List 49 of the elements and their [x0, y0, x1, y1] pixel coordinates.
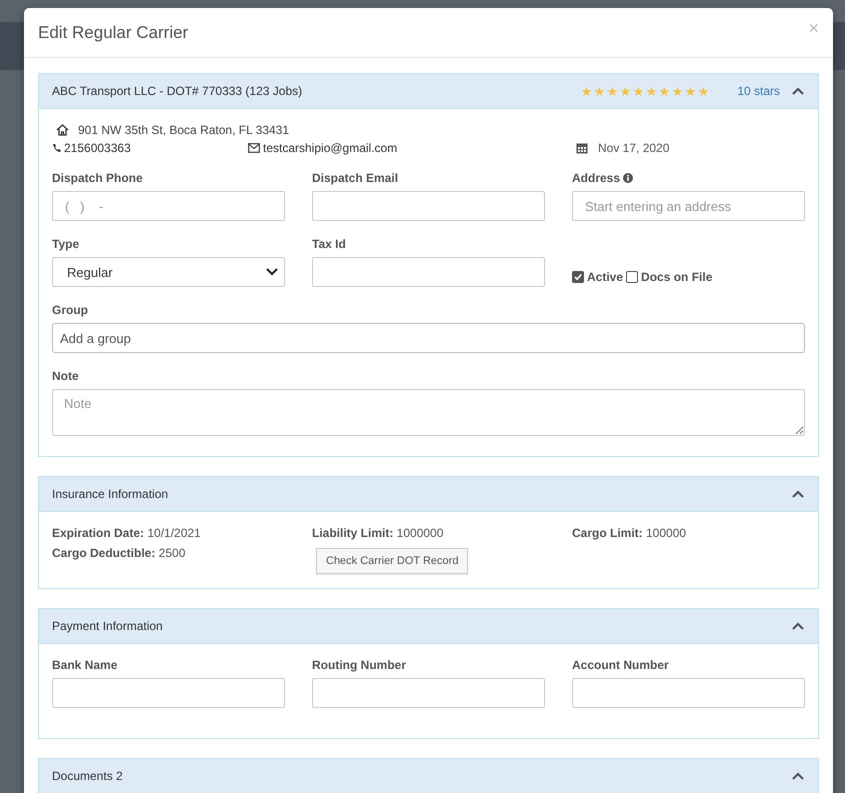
- panel-header[interactable]: ABC Transport LLC - DOT# 770333 (123 Jobs) ★★★★★★★★★★ 10 stars: [39, 74, 818, 109]
- field-label: Tax Id: [312, 237, 346, 251]
- panel-header[interactable]: Insurance Information: [39, 477, 818, 512]
- text-field[interactable]: ( ) -: [52, 191, 285, 221]
- panel-title: Payment Information: [52, 619, 164, 633]
- panel-title: Insurance Information: [52, 487, 170, 501]
- text-field[interactable]: [312, 191, 545, 221]
- text-field[interactable]: [312, 678, 545, 708]
- check-dot-record-button[interactable]: Check Carrier DOT Record: [316, 548, 468, 574]
- carrier-address: 901 NW 35th St, Boca Raton, FL 33431: [78, 123, 290, 137]
- field-label: Group: [52, 303, 89, 317]
- panel-header[interactable]: Documents 2: [39, 759, 818, 793]
- panel-header[interactable]: Payment Information: [39, 609, 818, 644]
- type-dropdown[interactable]: Regular: [52, 257, 285, 287]
- field-label: Bank Name: [52, 658, 118, 672]
- carrier-email: testcarshipio@gmail.com: [263, 141, 398, 155]
- field-label: Dispatch Phone: [52, 171, 143, 185]
- note-field[interactable]: Note: [52, 389, 805, 436]
- insurance-detail: Liability Limit: 1000000: [312, 526, 444, 540]
- checkbox[interactable]: [572, 271, 584, 283]
- panel-title: Documents 2: [52, 769, 124, 783]
- text-field[interactable]: [52, 678, 285, 708]
- home-icon: [56, 124, 69, 136]
- text-field[interactable]: [572, 678, 805, 708]
- created-date: Nov 17, 2020: [598, 141, 670, 155]
- insurance-detail: Expiration Date: 10/1/2021: [52, 526, 202, 540]
- field-label: Routing Number: [312, 658, 407, 672]
- carrier-phone: 2156003363: [64, 141, 131, 155]
- panel-title: ABC Transport LLC - DOT# 770333 (123 Jobs): [52, 84, 304, 98]
- field-label: Note: [52, 369, 80, 383]
- modal-title: Edit Regular Carrier: [38, 22, 188, 42]
- stars-count: 10 stars: [737, 84, 780, 98]
- checkbox[interactable]: [626, 271, 638, 283]
- star-rating: ★★★★★★★★★★: [580, 84, 710, 98]
- phone-icon: [52, 143, 61, 153]
- field-label: Account Number: [572, 658, 670, 672]
- envelope-icon: [248, 143, 260, 153]
- group-field[interactable]: Add a group: [52, 323, 805, 353]
- calendar-icon: [576, 142, 588, 154]
- insurance-detail: Cargo Deductible: 2500: [52, 546, 186, 562]
- text-field[interactable]: Start entering an address: [572, 191, 805, 221]
- field-label: Address: [572, 171, 620, 185]
- checkbox-label: Active: [587, 270, 624, 284]
- field-label: Type: [52, 237, 80, 251]
- insurance-detail: Cargo Limit: 100000: [572, 526, 688, 540]
- checkbox-label: Docs on File: [641, 270, 712, 284]
- caret-icon: [266, 268, 278, 276]
- text-field[interactable]: [312, 257, 545, 287]
- field-label: Dispatch Email: [312, 171, 398, 185]
